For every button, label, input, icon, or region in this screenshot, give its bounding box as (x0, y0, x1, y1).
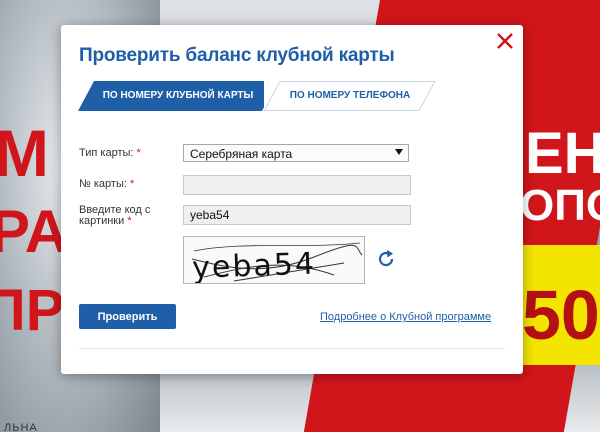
divider (79, 348, 505, 349)
background-bottom-text: ЛЬНА (4, 422, 38, 432)
background-text-6: 50 (522, 276, 600, 354)
card-type-select[interactable]: Серебряная карта (183, 144, 409, 162)
tab-card-number[interactable]: ПО НОМЕРУ КЛУБНОЙ КАРТЫ (78, 81, 278, 111)
balance-check-modal: Проверить баланс клубной карты ПО НОМЕРУ… (61, 25, 523, 374)
refresh-captcha-button[interactable] (375, 248, 397, 270)
tab-phone-number[interactable]: ПО НОМЕРУ ТЕЛЕФОНА (264, 81, 436, 111)
close-button[interactable] (495, 31, 515, 51)
tab-bar: ПО НОМЕРУ КЛУБНОЙ КАРТЫ ПО НОМЕРУ ТЕЛЕФО… (78, 81, 438, 111)
submit-button[interactable]: Проверить (79, 304, 176, 329)
background-text-5: ОПО (520, 181, 600, 230)
captcha-code-input[interactable] (183, 205, 411, 225)
required-mark: * (129, 178, 135, 190)
card-number-label-text: № карты: (79, 178, 127, 190)
captcha-text: yeba54 (192, 247, 317, 284)
required-mark: * (127, 215, 132, 227)
captcha-code-label: Введите код с картинки * (79, 205, 150, 227)
card-number-label: № карты: * (79, 178, 134, 190)
captcha-image: yeba54 (183, 236, 365, 284)
tab-card-number-label: ПО НОМЕРУ КЛУБНОЙ КАРТЫ (102, 90, 254, 101)
refresh-icon (378, 250, 394, 267)
card-number-input[interactable] (183, 175, 411, 195)
captcha-graphic: yeba54 (192, 242, 363, 284)
card-type-selected-value: Серебряная карта (190, 147, 293, 161)
captcha-code-label-line2: картинки (79, 215, 125, 227)
modal-title: Проверить баланс клубной карты (79, 45, 395, 66)
card-type-label: Тип карты: * (79, 147, 141, 159)
background-text-1: М (0, 116, 49, 190)
background-text-4: ЕН (525, 121, 600, 186)
close-icon (497, 33, 513, 49)
captcha-code-label-line2-wrap: картинки * (79, 216, 150, 227)
chevron-down-icon (395, 149, 403, 155)
background-text-2: РА (0, 198, 69, 265)
required-mark: * (136, 147, 141, 159)
card-type-label-text: Тип карты: (79, 147, 134, 159)
club-program-link[interactable]: Подробнее о Клубной программе (320, 311, 491, 323)
tab-phone-number-label: ПО НОМЕРУ ТЕЛЕФОНА (289, 90, 411, 101)
